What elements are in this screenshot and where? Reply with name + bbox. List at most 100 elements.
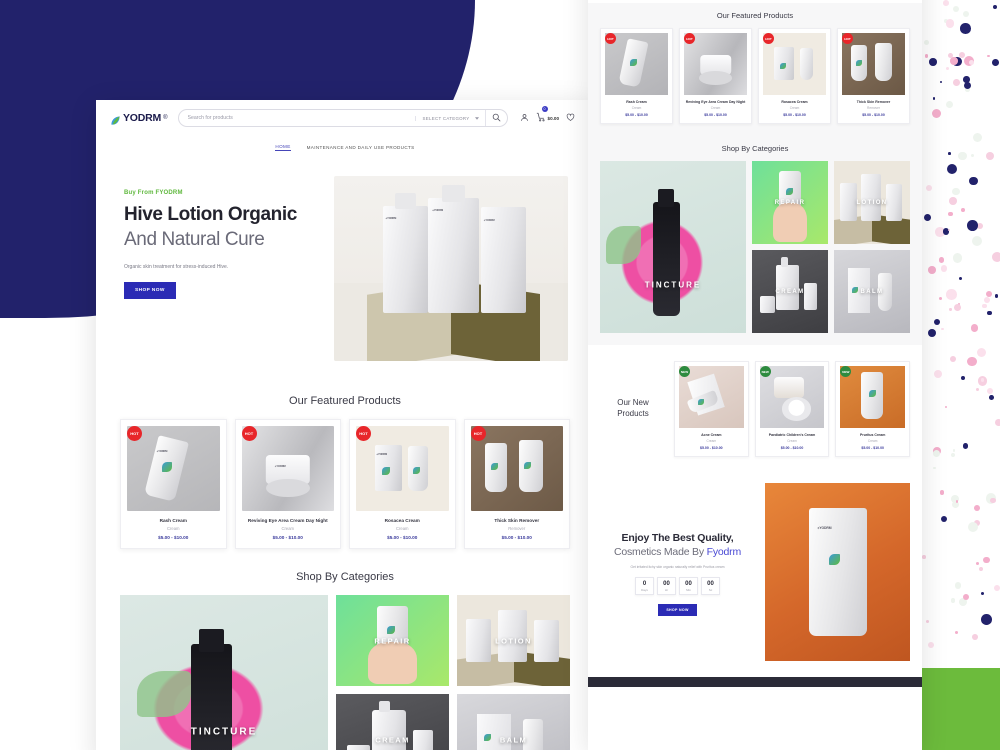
category-tile-balm[interactable]: BALM bbox=[834, 250, 910, 333]
featured-products-title: Our Featured Products bbox=[289, 395, 401, 407]
nav-item-home[interactable]: HOME bbox=[275, 144, 291, 151]
decorative-dot bbox=[978, 566, 984, 571]
secondary-featured-section: Our Featured Products HOT Rash Cream Cre… bbox=[588, 3, 922, 136]
product-name: Paediatric Children's Cream bbox=[768, 433, 816, 437]
product-badge: HOT bbox=[763, 33, 774, 44]
decorative-dot bbox=[987, 54, 990, 58]
category-tile-lotion[interactable]: LOTION bbox=[834, 161, 910, 244]
product-badge: HOT bbox=[470, 426, 486, 441]
decorative-dot bbox=[943, 0, 949, 6]
promo-image: ⟡YODRM bbox=[765, 483, 910, 661]
search-icon bbox=[492, 109, 501, 127]
product-name: Reviving Eye Area Cream Day Night bbox=[685, 100, 746, 104]
category-tile-balm[interactable]: BALM bbox=[457, 694, 570, 750]
cart-button[interactable]: 0 $0.00 bbox=[536, 106, 559, 127]
category-select[interactable]: SELECT CATEGORY bbox=[414, 115, 485, 121]
category-tile-repair[interactable]: REPAIR bbox=[752, 161, 828, 244]
product-badge: HOT bbox=[127, 426, 142, 441]
product-badge: NEW bbox=[679, 366, 690, 377]
hero-eyebrow: Buy From FYODRM bbox=[124, 190, 183, 196]
category-tile-cream[interactable]: CREAM bbox=[752, 250, 828, 333]
promo-headline: Enjoy The Best Quality, bbox=[621, 532, 734, 544]
decorative-dot bbox=[940, 80, 943, 83]
product-badge: HOT bbox=[605, 33, 616, 44]
product-card[interactable]: NEW Acne Cream Cream $5.00 - $10.00 bbox=[674, 361, 749, 457]
category-label: REPAIR bbox=[774, 199, 806, 206]
user-icon[interactable] bbox=[520, 109, 529, 127]
search-button[interactable] bbox=[484, 109, 507, 127]
decorative-dot bbox=[944, 406, 948, 409]
category-label: TINCTURE bbox=[190, 726, 258, 738]
decorative-dot bbox=[962, 594, 970, 601]
category-select-label: SELECT CATEGORY bbox=[422, 115, 470, 121]
decorative-dot bbox=[945, 19, 955, 28]
site-logo[interactable]: YODRM ® bbox=[110, 112, 168, 125]
decorative-dot bbox=[924, 39, 929, 45]
hero-subtitle-line: And Natural Cure bbox=[124, 229, 265, 250]
hero-copy: Buy From FYODRM Hive Lotion Organic And … bbox=[124, 176, 324, 361]
countdown-label: Hr bbox=[664, 588, 669, 592]
decorative-dot bbox=[967, 521, 979, 532]
hero-image: ⟡YODRM ⟡YODRM ⟡YODRM bbox=[334, 176, 568, 361]
search-bar[interactable]: SELECT CATEGORY bbox=[177, 109, 508, 127]
decorative-dot bbox=[927, 329, 936, 337]
decorative-dot bbox=[940, 515, 947, 522]
category-tile-tincture[interactable]: TINCTURE bbox=[600, 161, 746, 333]
decorative-dot bbox=[951, 452, 956, 457]
countdown-label: Sc bbox=[708, 588, 713, 592]
decorative-dot bbox=[948, 228, 951, 232]
categories-grid: TINCTURE REPAIR LOTION CREAM BALM bbox=[96, 595, 594, 750]
decorative-dot bbox=[954, 630, 958, 634]
countdown-days: 0 Days bbox=[635, 577, 654, 595]
category-tile-repair[interactable]: REPAIR bbox=[336, 595, 449, 686]
dot-pattern-decoration bbox=[922, 0, 1000, 680]
product-card[interactable]: HOT Thick Skin Remover Remover $5.00 - $… bbox=[463, 419, 570, 549]
category-label: BALM bbox=[860, 288, 884, 295]
product-badge: HOT bbox=[684, 33, 695, 44]
countdown-minutes: 00 Min bbox=[679, 577, 698, 595]
product-name: Rash Cream bbox=[626, 100, 647, 104]
decorative-dot bbox=[946, 289, 957, 300]
search-input[interactable] bbox=[178, 115, 415, 121]
decorative-dot bbox=[953, 79, 960, 87]
countdown-value: 00 bbox=[685, 581, 692, 587]
product-card[interactable]: HOT Reviving Eye Area Cream Day Night Cr… bbox=[679, 28, 752, 124]
product-category: Remover bbox=[867, 106, 880, 110]
product-category: Remover bbox=[508, 526, 526, 531]
countdown-label: Days bbox=[641, 588, 648, 592]
decorative-dot bbox=[990, 497, 996, 503]
new-products-grid: NEW Acne Cream Cream $5.00 - $10.00 NEW … bbox=[674, 361, 911, 457]
category-tile-lotion[interactable]: LOTION bbox=[457, 595, 570, 686]
promo-description: Get irritated itchy skin organic natural… bbox=[630, 565, 725, 569]
decorative-dot bbox=[986, 151, 995, 160]
decorative-dot bbox=[949, 308, 952, 311]
decorative-dot bbox=[975, 561, 980, 565]
promo-shop-now-button[interactable]: SHOP NOW bbox=[658, 604, 697, 616]
hero-shop-now-button[interactable]: SHOP NOW bbox=[124, 282, 176, 299]
decorative-dot bbox=[981, 614, 992, 625]
product-card[interactable]: NEW Pruritus Cream Cream $5.00 - $10.00 bbox=[835, 361, 911, 457]
decorative-dot bbox=[925, 619, 930, 624]
product-card[interactable]: HOT Rash Cream Cream $5.00 - $10.00 bbox=[600, 28, 673, 124]
category-tile-cream[interactable]: CREAM bbox=[336, 694, 449, 750]
product-card[interactable]: ⟡YODRM HOT Rash Cream Cream $5.00 - $10.… bbox=[120, 419, 227, 549]
decorative-dot bbox=[963, 81, 971, 89]
nav-item-maintenance[interactable]: MAINTENANCE AND DAILY USE PRODUCTS bbox=[307, 145, 415, 150]
product-price: $5.00 - $10.00 bbox=[861, 446, 884, 450]
category-tile-tincture[interactable]: TINCTURE bbox=[120, 595, 328, 750]
product-card[interactable]: ⟡YODRM HOT Rosacea Cream Cream $5.00 - $… bbox=[349, 419, 456, 549]
decorative-dot bbox=[970, 324, 979, 332]
decorative-dot bbox=[925, 184, 933, 191]
logo-registered-mark: ® bbox=[163, 115, 168, 121]
product-card[interactable]: ⟡YODRM HOT Reviving Eye Area Cream Day N… bbox=[234, 419, 341, 549]
product-card[interactable]: NEW Paediatric Children's Cream Cream $5… bbox=[754, 361, 830, 457]
decorative-dot bbox=[940, 265, 947, 272]
heart-icon[interactable] bbox=[566, 109, 575, 127]
product-category: Cream bbox=[395, 526, 409, 531]
countdown-value: 00 bbox=[707, 581, 714, 587]
product-category: Cream bbox=[789, 106, 800, 110]
product-card[interactable]: HOT Rosacea Cream Cream $5.00 - $10.00 bbox=[758, 28, 831, 124]
decorative-dot bbox=[953, 303, 962, 312]
product-card[interactable]: HOT Thick Skin Remover Remover $5.00 - $… bbox=[837, 28, 910, 124]
decorative-dot bbox=[938, 257, 945, 264]
